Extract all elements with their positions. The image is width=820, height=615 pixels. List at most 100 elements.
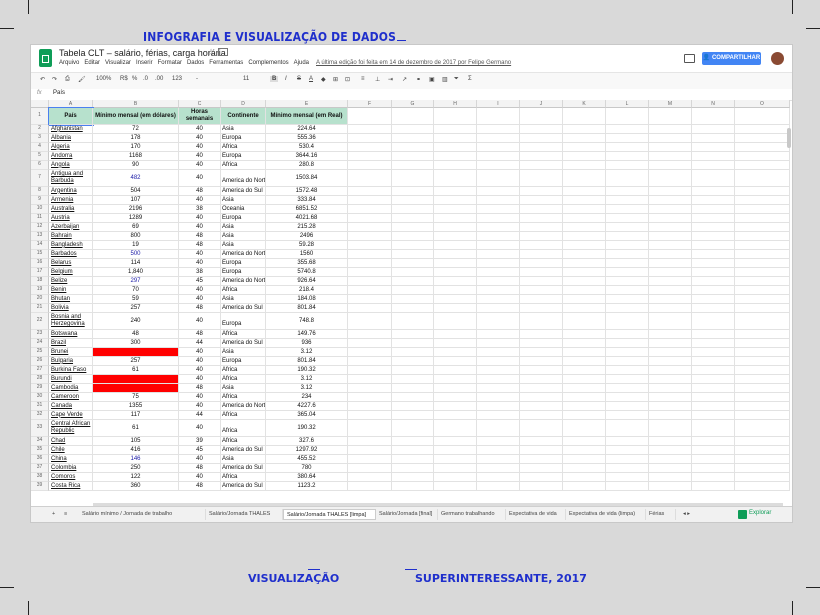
cell-minimo-usd[interactable]: 70 [93,286,179,295]
empty-cell[interactable] [735,295,790,304]
cell-horas[interactable]: 40 [179,393,221,402]
empty-cell[interactable] [348,366,392,375]
empty-cell[interactable] [735,402,790,411]
empty-cell[interactable] [735,196,790,205]
cell-minimo-brl[interactable]: 234 [266,393,348,402]
empty-cell[interactable] [434,393,477,402]
cell-pais[interactable]: Afghanistan [49,125,93,134]
empty-cell[interactable] [606,473,649,482]
empty-cell[interactable] [649,366,692,375]
cell-continente[interactable]: America do Sul [221,464,266,473]
cell-horas[interactable]: 45 [179,446,221,455]
empty-cell[interactable] [735,187,790,196]
empty-cell[interactable] [649,348,692,357]
empty-cell[interactable] [692,411,735,420]
menu-item[interactable]: Complementos [248,60,288,66]
empty-cell[interactable] [520,170,563,187]
empty-cell[interactable] [606,330,649,339]
empty-cell[interactable] [434,411,477,420]
empty-cell[interactable] [649,125,692,134]
empty-cell[interactable] [649,250,692,259]
cell-minimo-brl[interactable]: 215.28 [266,223,348,232]
sheet-tab[interactable]: Salário/Jornada [final] [376,509,438,520]
empty-cell[interactable] [520,277,563,286]
row-number[interactable]: 33 [31,420,49,437]
cell-continente[interactable]: Africa [221,393,266,402]
bold-button[interactable]: B [270,76,279,82]
cell-minimo-usd[interactable]: 240 [93,313,179,330]
empty-cell[interactable] [606,482,649,491]
empty-cell[interactable] [477,455,520,464]
cell-pais[interactable]: Chile [49,446,93,455]
cell-minimo-usd[interactable]: 69 [93,223,179,232]
row-number[interactable]: 29 [31,384,49,393]
cell-minimo-usd[interactable]: 61 [93,366,179,375]
cell-minimo-usd[interactable]: 61 [93,420,179,437]
empty-cell[interactable] [692,143,735,152]
cell-minimo-usd[interactable]: 170 [93,143,179,152]
rotate-icon[interactable]: ↗ [402,76,407,83]
cell-minimo-brl[interactable]: 2496 [266,232,348,241]
empty-cell[interactable] [348,357,392,366]
cell-minimo-brl[interactable]: 926.64 [266,277,348,286]
empty-cell[interactable] [735,152,790,161]
empty-cell[interactable] [563,152,606,161]
select-all-corner[interactable] [31,100,49,108]
empty-cell[interactable] [735,411,790,420]
cell-continente[interactable]: Africa [221,437,266,446]
empty-cell[interactable] [477,482,520,491]
empty-cell[interactable] [692,366,735,375]
cell-pais[interactable]: Austria [49,214,93,223]
cell-continente[interactable]: Europa [221,214,266,223]
empty-cell[interactable] [520,375,563,384]
empty-cell[interactable] [477,473,520,482]
cell-continente[interactable]: Asia [221,125,266,134]
cell-minimo-brl[interactable]: 4021.68 [266,214,348,223]
header-minimo-brl[interactable]: Mínimo mensal (em Real) [266,108,348,125]
cell-horas[interactable]: 40 [179,420,221,437]
cell-pais[interactable]: Azerbaijan [49,223,93,232]
empty-cell[interactable] [520,437,563,446]
empty-cell[interactable] [477,223,520,232]
empty-cell[interactable] [692,277,735,286]
explore-button[interactable]: Explorar [749,510,771,516]
empty-cell[interactable] [563,393,606,402]
row-number[interactable]: 4 [31,143,49,152]
empty-cell[interactable] [606,187,649,196]
column-header[interactable]: J [520,100,563,108]
empty-cell[interactable] [434,214,477,223]
cell-minimo-brl[interactable]: 801.84 [266,304,348,313]
empty-cell[interactable] [649,393,692,402]
empty-cell[interactable] [392,268,434,277]
empty-cell[interactable] [606,277,649,286]
cell-minimo-usd[interactable]: 1 [93,375,179,384]
merge-icon[interactable]: ⊡ [345,76,350,83]
empty-cell[interactable] [649,464,692,473]
menu-item[interactable]: Dados [187,60,204,66]
empty-cell[interactable] [348,232,392,241]
cell-pais[interactable]: Cape Verde [49,411,93,420]
sheet-tab[interactable]: Germano trabalhando [438,509,506,520]
row-number[interactable]: 22 [31,313,49,330]
formula-input[interactable]: País [53,90,65,96]
percent-button[interactable]: % [132,76,137,82]
empty-cell[interactable] [735,455,790,464]
empty-cell[interactable] [563,187,606,196]
empty-cell[interactable] [348,411,392,420]
empty-cell[interactable] [563,161,606,170]
empty-cell[interactable] [477,259,520,268]
empty-cell[interactable] [649,455,692,464]
cell-pais[interactable]: Andorra [49,152,93,161]
empty-cell[interactable] [477,420,520,437]
empty-cell[interactable] [434,313,477,330]
empty-cell[interactable] [434,366,477,375]
cell-minimo-usd[interactable]: 800 [93,232,179,241]
empty-cell[interactable] [520,241,563,250]
sheet-tab[interactable]: Salário/Jornada THALES [limpa] [283,509,376,520]
empty-cell[interactable] [520,313,563,330]
empty-cell[interactable] [348,420,392,437]
empty-cell[interactable] [392,196,434,205]
empty-cell[interactable] [606,304,649,313]
empty-cell[interactable] [692,241,735,250]
cell-minimo-usd[interactable]: 107 [93,196,179,205]
